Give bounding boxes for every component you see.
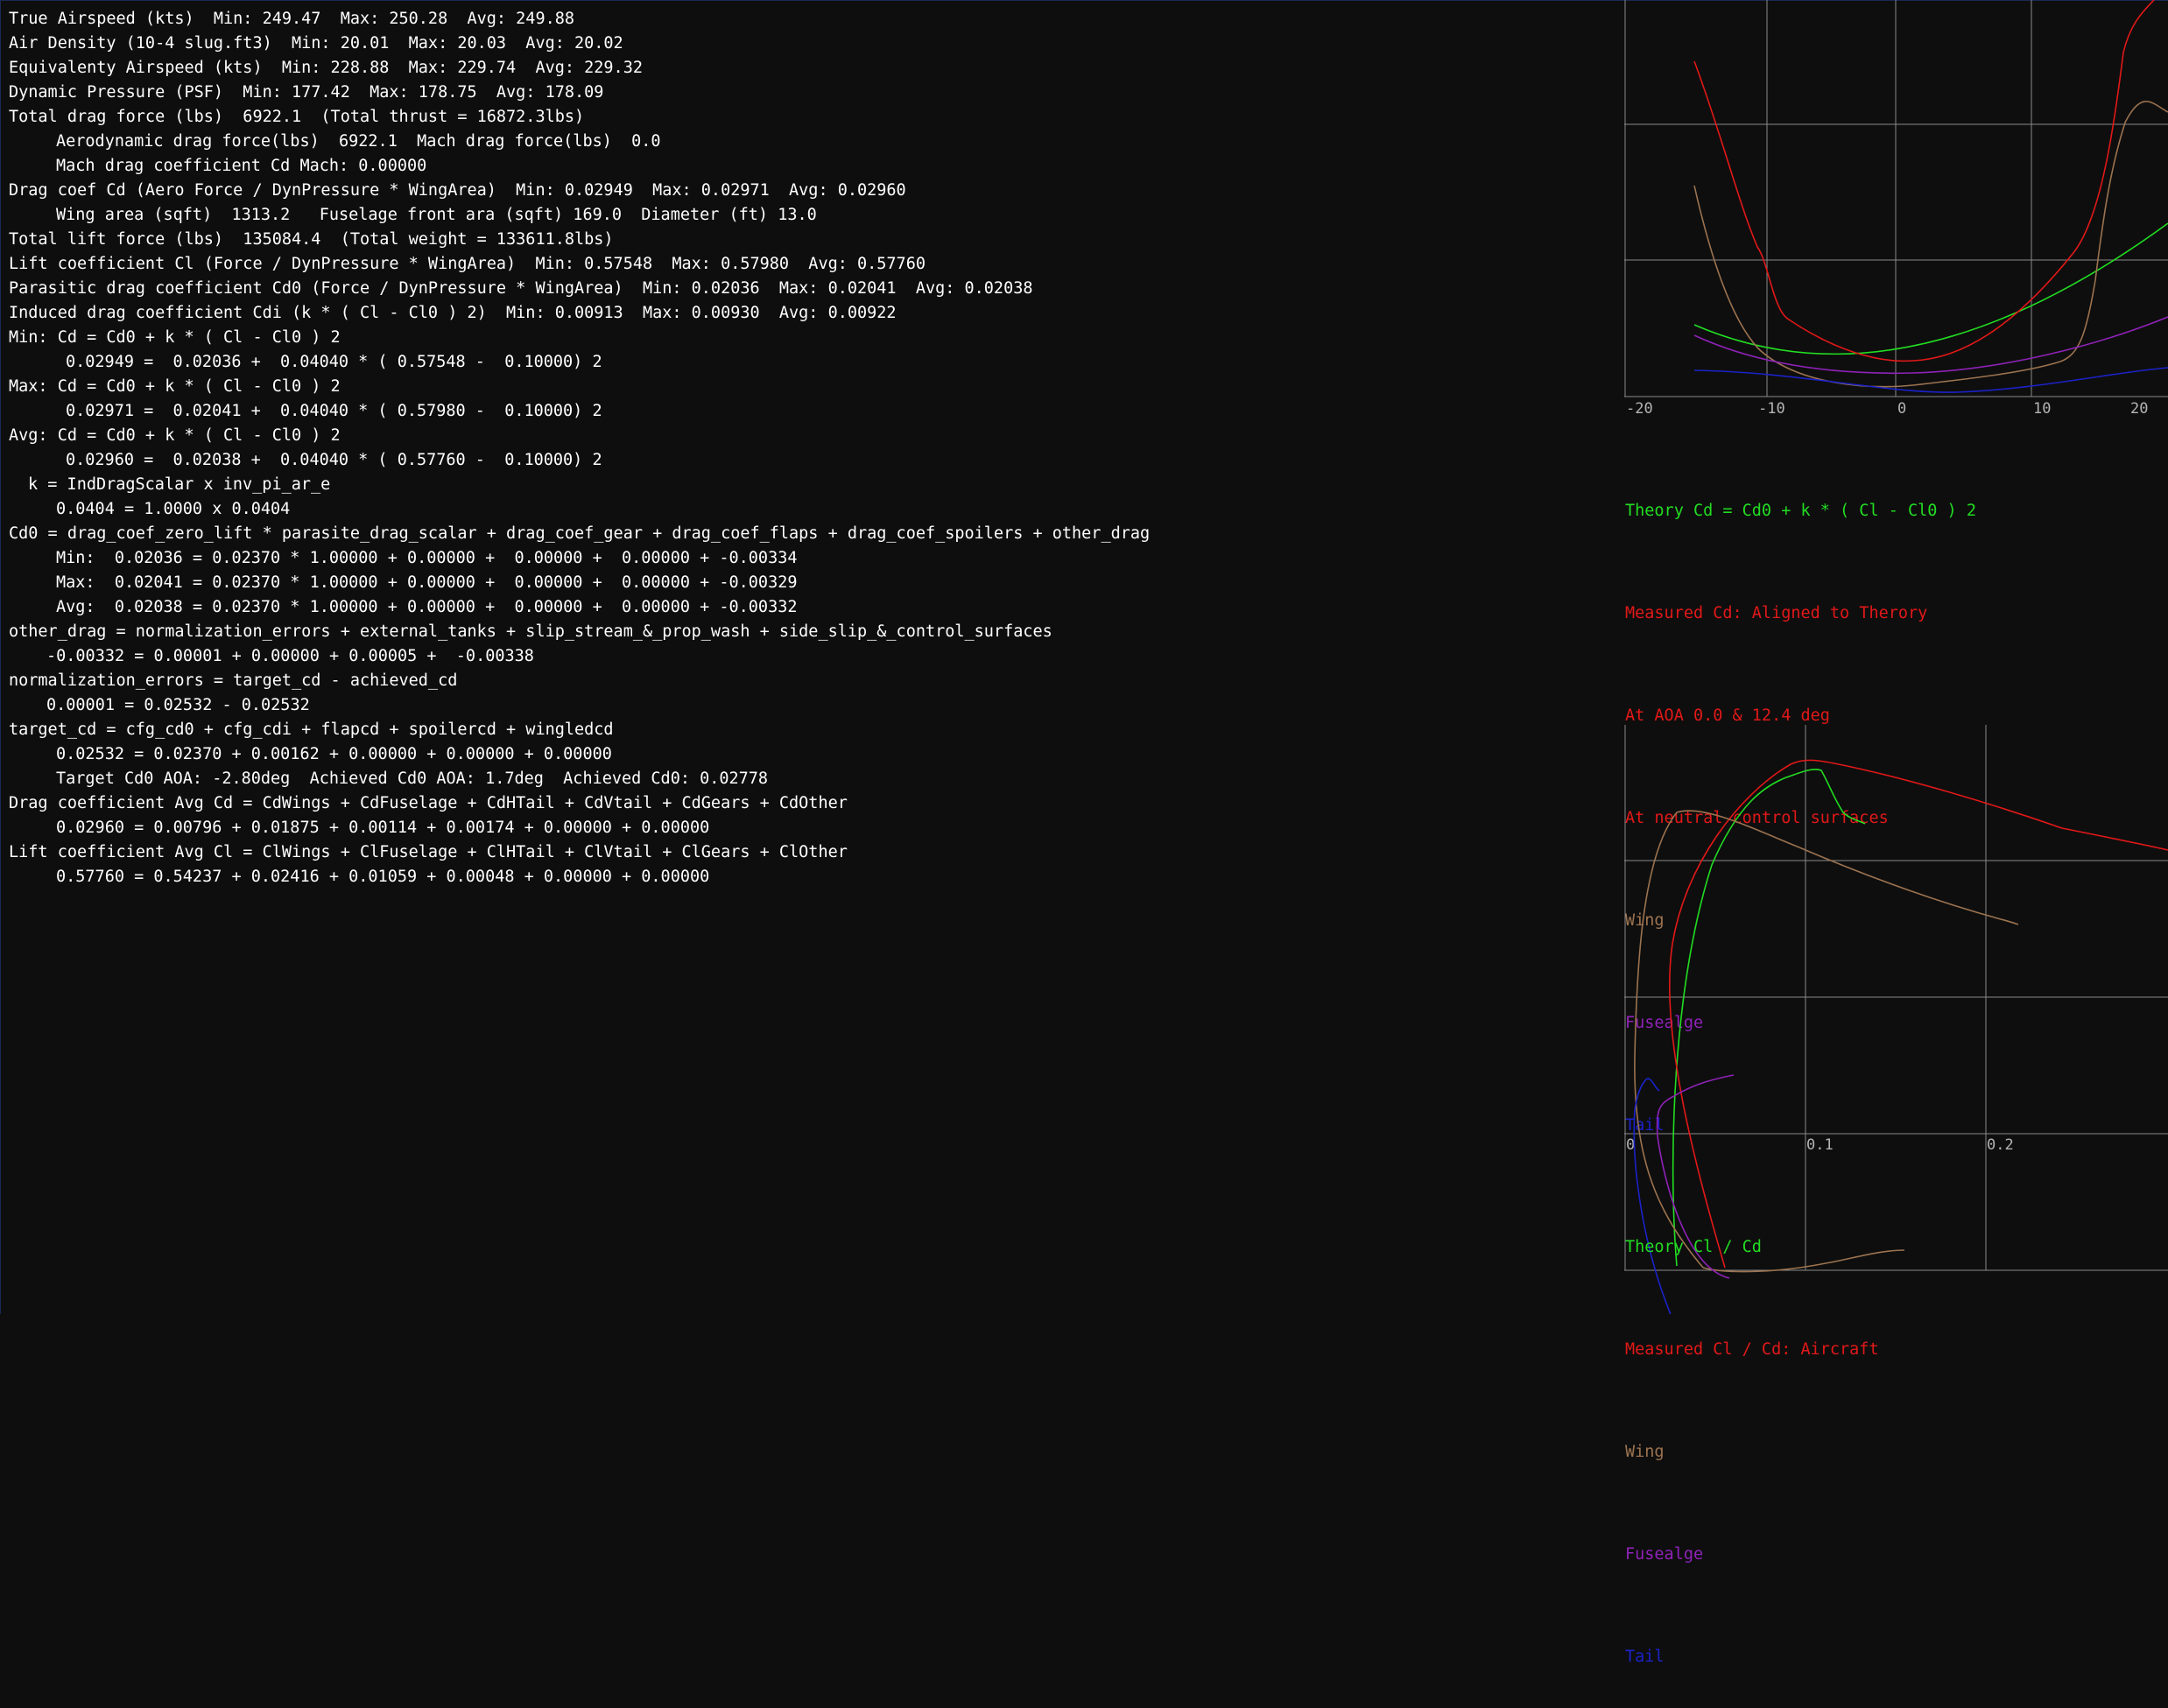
text-line: Parasitic drag coefficient Cd0 (Force / … bbox=[9, 279, 1033, 298]
x-tick-label: 20 bbox=[2130, 400, 2148, 418]
text-line: Min: Cd = Cd0 + k * ( Cl - Cl0 ) 2 bbox=[9, 328, 341, 347]
text-line: Wing area (sqft) 1313.2 Fuselage front a… bbox=[56, 206, 817, 224]
text-line: other_drag = normalization_errors + exte… bbox=[9, 622, 1052, 641]
text-line: Mach drag coefficient Cd Mach: 0.00000 bbox=[56, 157, 427, 175]
text-line: 0.02960 = 0.00796 + 0.01875 + 0.00114 + … bbox=[56, 819, 710, 837]
measured-cd-curve bbox=[1693, 0, 2155, 362]
text-line: Max: Cd = Cd0 + k * ( Cl - Cl0 ) 2 bbox=[9, 377, 341, 396]
text-line: 0.02949 = 0.02036 + 0.04040 * ( 0.57548 … bbox=[66, 353, 602, 371]
x-axis-ticks: 0 0.1 0.2 bbox=[1626, 1136, 2014, 1154]
text-line: Drag coefficient Avg Cd = CdWings + CdFu… bbox=[9, 794, 848, 812]
legend-entry-tail: Tail bbox=[1625, 1648, 1665, 1666]
x-tick-label: 10 bbox=[2033, 400, 2051, 418]
text-line: Lift coefficient Avg Cl = ClWings + ClFu… bbox=[9, 843, 848, 861]
text-line: Induced drag coefficient Cdi (k * ( Cl -… bbox=[9, 304, 897, 322]
x-tick-label: 0.2 bbox=[1987, 1136, 2014, 1154]
x-tick-label: 0.1 bbox=[1806, 1136, 1834, 1154]
text-line: Target Cd0 AOA: -2.80deg Achieved Cd0 AO… bbox=[56, 770, 769, 788]
text-line: Air Density (10-4 slug.ft3) Min: 20.01 M… bbox=[9, 34, 623, 53]
text-line: Avg: Cd = Cd0 + k * ( Cl - Cl0 ) 2 bbox=[9, 426, 341, 445]
text-line: Lift coefficient Cl (Force / DynPressure… bbox=[9, 255, 926, 273]
text-line: Dynamic Pressure (PSF) Min: 177.42 Max: … bbox=[9, 83, 604, 102]
text-line: normalization_errors = target_cd - achie… bbox=[9, 671, 458, 690]
text-line: Total drag force (lbs) 6922.1 (Total thr… bbox=[9, 108, 585, 126]
drag-vs-aoa-graph: -20 -10 0 10 20 bbox=[1624, 0, 2168, 418]
text-line: Max: 0.02041 = 0.02370 * 1.00000 + 0.000… bbox=[56, 573, 798, 592]
legend-entry-measured: Measured Cl / Cd: Aircraft bbox=[1625, 1340, 1879, 1359]
text-line: target_cd = cfg_cd0 + cfg_cdi + flapcd +… bbox=[9, 720, 614, 739]
polar-graph-legend: Theory Cl / Cd Measured Cl / Cd: Aircraf… bbox=[1625, 1162, 1879, 1708]
legend-entry-fuselage: Fusealge bbox=[1625, 1545, 1704, 1564]
text-line: 0.57760 = 0.54237 + 0.02416 + 0.01059 + … bbox=[56, 868, 710, 886]
text-line: True Airspeed (kts) Min: 249.47 Max: 250… bbox=[9, 10, 575, 28]
legend-entry-wing: Wing bbox=[1625, 1443, 1665, 1461]
tail-cd-curve bbox=[1693, 367, 2168, 393]
text-line: k = IndDragScalar x inv_pi_ar_e bbox=[28, 475, 331, 494]
graph-grid bbox=[1624, 0, 2168, 397]
legend-entry-measured: Measured Cd: Aligned to Therory bbox=[1625, 604, 1928, 622]
legend-entry-theory: Theory Cl / Cd bbox=[1625, 1238, 1762, 1256]
text-line: Total lift force (lbs) 135084.4 (Total w… bbox=[9, 230, 614, 249]
text-line: Aerodynamic drag force(lbs) 6922.1 Mach … bbox=[56, 132, 661, 151]
text-line: 0.02971 = 0.02041 + 0.04040 * ( 0.57980 … bbox=[66, 402, 602, 420]
text-line: 0.02960 = 0.02038 + 0.04040 * ( 0.57760 … bbox=[66, 451, 602, 469]
x-tick-label: 0 bbox=[1897, 400, 1906, 418]
text-line: Cd0 = drag_coef_zero_lift * parasite_dra… bbox=[9, 524, 1151, 543]
x-axis-ticks: -20 -10 0 10 20 bbox=[1626, 400, 2148, 418]
text-line: -0.00332 = 0.00001 + 0.00000 + 0.00005 +… bbox=[46, 647, 534, 665]
text-line: 0.00001 = 0.02532 - 0.02532 bbox=[46, 696, 310, 714]
text-line: Equivalenty Airspeed (kts) Min: 228.88 M… bbox=[9, 59, 643, 77]
fuselage-cd-curve bbox=[1693, 316, 2168, 375]
text-line: Drag coef Cd (Aero Force / DynPressure *… bbox=[9, 181, 906, 200]
theory-cd-curve bbox=[1693, 222, 2168, 355]
x-tick-label: -10 bbox=[1758, 400, 1785, 418]
text-line: 0.02532 = 0.02370 + 0.00162 + 0.00000 + … bbox=[56, 745, 612, 763]
x-tick-label: -20 bbox=[1626, 400, 1653, 418]
text-line: 0.0404 = 1.0000 x 0.0404 bbox=[56, 500, 291, 518]
telemetry-text-panel: True Airspeed (kts) Min: 249.47 Max: 250… bbox=[9, 7, 1602, 889]
text-line: Avg: 0.02038 = 0.02370 * 1.00000 + 0.000… bbox=[56, 598, 798, 616]
text-line: Min: 0.02036 = 0.02370 * 1.00000 + 0.000… bbox=[56, 549, 798, 567]
wing-cd-curve bbox=[1693, 101, 2168, 388]
legend-entry-theory: Theory Cd = Cd0 + k * ( Cl - Cl0 ) 2 bbox=[1625, 502, 1976, 520]
